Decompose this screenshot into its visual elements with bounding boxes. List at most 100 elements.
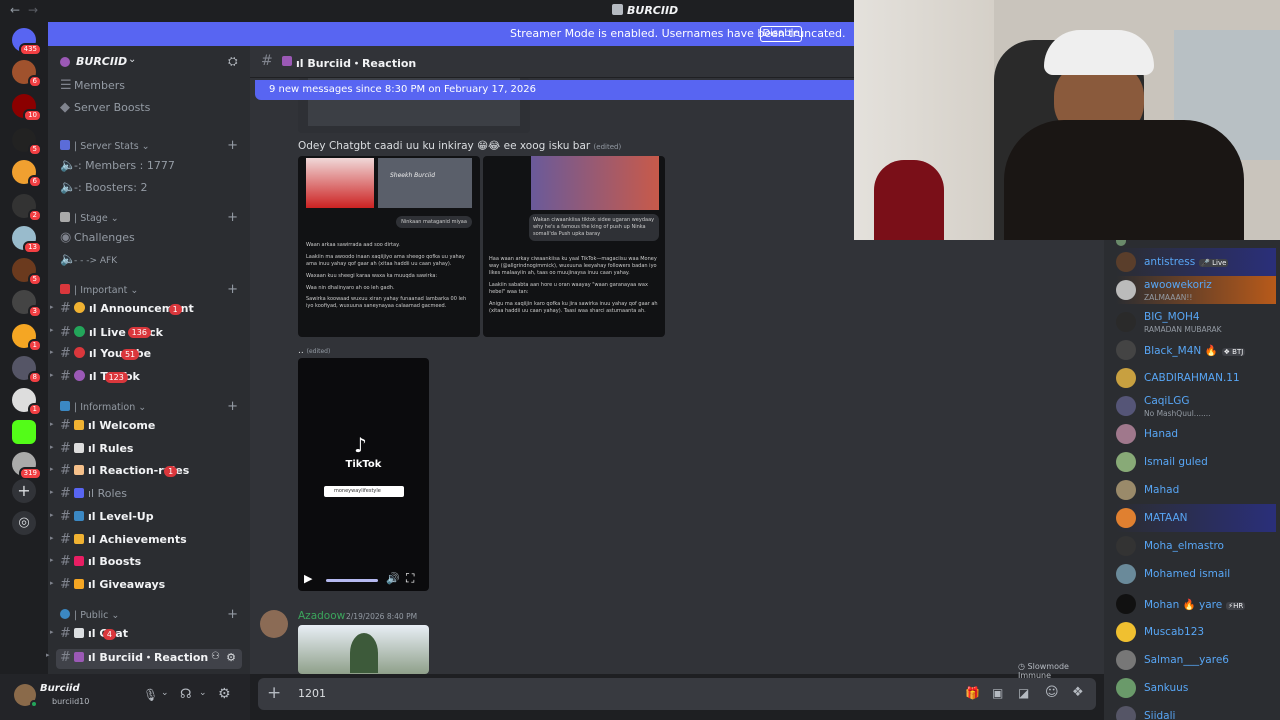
headphones-icon[interactable]: ☊ [180, 687, 192, 702]
expand-arrow-icon[interactable]: ▸ [46, 651, 50, 659]
stage-channel-challenges[interactable]: ◉ Challenges [60, 230, 135, 250]
back-arrow-icon[interactable]: ← [10, 3, 20, 17]
text-channel[interactable]: ▸#ıl TikTok123 [50, 369, 140, 389]
voice-channel-members-count[interactable]: 🔈-: Members : 1777 [60, 158, 175, 178]
expand-arrow-icon[interactable]: ▸ [50, 465, 54, 473]
server-icon[interactable]: 8 [12, 356, 42, 384]
member-row[interactable]: Sankuus [1116, 674, 1276, 702]
server-icon[interactable]: 435 [12, 28, 42, 56]
category-public[interactable]: | Public ⌄ [60, 609, 119, 621]
member-row[interactable]: Mohan 🔥 yare ⚡HR [1116, 590, 1276, 618]
expand-arrow-icon[interactable]: ▸ [50, 628, 54, 636]
attachment-image[interactable] [298, 625, 429, 674]
category-important[interactable]: | Important ⌄ [60, 284, 138, 296]
add-channel-icon[interactable]: + [227, 210, 238, 225]
server-icon[interactable] [12, 420, 36, 444]
server-icon[interactable]: 5 [12, 258, 42, 286]
expand-arrow-icon[interactable]: ▸ [50, 511, 54, 519]
sticker-icon[interactable]: ◪ [1018, 686, 1029, 700]
text-channel[interactable]: ▸ # ıl Reaction-rules 1 [50, 463, 189, 483]
server-icon[interactable]: 5 [12, 128, 42, 156]
expand-arrow-icon[interactable]: ▸ [50, 579, 54, 587]
expand-arrow-icon[interactable]: ▸ [50, 488, 54, 496]
voice-channel-afk[interactable]: 🔈- - -> AFK [60, 252, 117, 272]
text-channel[interactable]: ▸ # ıl Roles [50, 486, 127, 506]
server-icon[interactable]: 3 [12, 290, 42, 318]
member-row[interactable]: Black_M4N 🔥 ❖ BTJ [1116, 336, 1276, 364]
voice-channel-boosters[interactable]: 🔈-: Boosters: 2 [60, 180, 147, 200]
server-icon[interactable]: 10 [12, 94, 42, 122]
text-channel[interactable]: ▸ # ıl Achievements [50, 532, 187, 552]
chatgpt-screenshot-2[interactable]: Wakan ciwaankiisa tiktok sidee ugaran we… [483, 156, 665, 337]
sidebar-item-members[interactable]: ☰ Members [60, 78, 125, 98]
server-icon[interactable]: 2 [12, 194, 42, 222]
member-row[interactable]: Moha_elmastro [1116, 532, 1276, 560]
chevron-down-icon[interactable]: ⌄ [199, 688, 207, 698]
expand-arrow-icon[interactable]: ▸ [50, 303, 54, 311]
fullscreen-icon[interactable]: ⛶ [406, 571, 414, 586]
channel-settings-gear-icon[interactable]: ⚙ [226, 651, 236, 664]
new-messages-bar[interactable]: 9 new messages since 8:30 PM on February… [255, 80, 854, 100]
play-icon[interactable]: ▶ [304, 572, 312, 585]
expand-arrow-icon[interactable]: ▸ [50, 371, 54, 379]
text-channel[interactable]: ▸ # ıl Announcement 1 [50, 301, 194, 321]
server-header[interactable]: BURCIID ⌄ ⛭ [48, 46, 250, 78]
message-author[interactable]: Azadoow [298, 610, 345, 622]
microphone-icon[interactable]: 🎙 [143, 688, 158, 702]
member-row[interactable]: Ismail guled [1116, 448, 1276, 476]
server-icon[interactable]: 319 [12, 452, 42, 480]
text-channel[interactable]: ▸ # ıl Rules [50, 441, 133, 461]
disable-streamer-mode-button[interactable]: Disable [760, 26, 802, 42]
text-channel[interactable]: ▸ # ıl Boosts [50, 554, 141, 574]
text-channel[interactable]: ▸ # ıl Welcome [50, 418, 155, 438]
server-icon[interactable]: 1 [12, 388, 42, 416]
expand-arrow-icon[interactable]: ▸ [50, 326, 54, 334]
text-channel[interactable]: ▸ # ıl Live・Kick 136 [50, 324, 163, 344]
member-row[interactable]: Hanad [1116, 420, 1276, 448]
member-row[interactable]: CABDIRAHMAN.11 [1116, 364, 1276, 392]
add-channel-icon[interactable]: + [227, 399, 238, 414]
member-row[interactable]: awoowekoriz ZALMAAAN!! [1116, 276, 1276, 304]
settings-gear-icon[interactable]: ⚙ [218, 686, 231, 702]
text-channel[interactable]: ▸#ıl Chat4 [50, 626, 128, 646]
volume-icon[interactable]: 🔊 [386, 572, 400, 585]
volume-slider[interactable] [326, 579, 378, 582]
member-row[interactable]: Mohamed ismail [1116, 560, 1276, 588]
category-information[interactable]: | Information ⌄ [60, 401, 146, 413]
member-row[interactable]: antistress 🎤 Live [1116, 248, 1276, 276]
server-icon[interactable]: 13 [12, 226, 42, 254]
text-channel[interactable]: ▸ # ıl Level-Up [50, 509, 154, 529]
member-row[interactable]: Muscab123 [1116, 618, 1276, 646]
video-player[interactable]: ♪ TikTok moneywaylifestyle ▶ 🔊 ⛶ [298, 358, 429, 591]
avatar[interactable] [260, 610, 288, 638]
gift-icon[interactable]: 🎁 [965, 686, 980, 700]
text-channel[interactable]: ▸ # ıl Giveaways [50, 577, 165, 597]
server-icon[interactable]: 6 [12, 160, 42, 188]
add-server-icon[interactable]: + [12, 479, 36, 503]
emoji-icon[interactable]: ☺ [1045, 685, 1059, 700]
member-row[interactable]: Siidali [1116, 702, 1276, 720]
chatgpt-screenshot-1[interactable]: Sheekh Burciid Ninkaan mataganid miyaa W… [298, 156, 480, 337]
sidebar-item-server-boosts[interactable]: ◆ Server Boosts [60, 100, 150, 120]
gif-icon[interactable]: ▣ [992, 686, 1003, 700]
text-channel[interactable]: ▸#ıl Youtube51 [50, 346, 151, 366]
expand-arrow-icon[interactable]: ▸ [50, 534, 54, 542]
message-input[interactable]: 1201 [298, 687, 326, 700]
server-icon[interactable]: 6 [12, 60, 42, 88]
add-channel-icon[interactable]: + [227, 282, 238, 297]
attach-plus-icon[interactable]: + [267, 683, 281, 703]
expand-arrow-icon[interactable]: ▸ [50, 556, 54, 564]
member-row[interactable]: BIG_MOH4 RAMADAN MUBARAK [1116, 308, 1276, 336]
category-server-stats[interactable]: | Server Stats ⌄ [60, 140, 150, 152]
invite-icon[interactable]: ⚇ [211, 651, 220, 662]
invite-people-icon[interactable]: ⛭ [228, 54, 238, 69]
forward-arrow-icon[interactable]: → [28, 3, 38, 17]
member-row[interactable]: Mahad [1116, 476, 1276, 504]
member-row[interactable]: MATAAN [1116, 504, 1276, 532]
expand-arrow-icon[interactable]: ▸ [50, 348, 54, 356]
expand-arrow-icon[interactable]: ▸ [50, 420, 54, 428]
member-row[interactable]: Salman___yare6 [1116, 646, 1276, 674]
chevron-down-icon[interactable]: ⌄ [161, 688, 169, 698]
server-icon[interactable]: 1 [12, 324, 42, 352]
add-channel-icon[interactable]: + [227, 138, 238, 153]
